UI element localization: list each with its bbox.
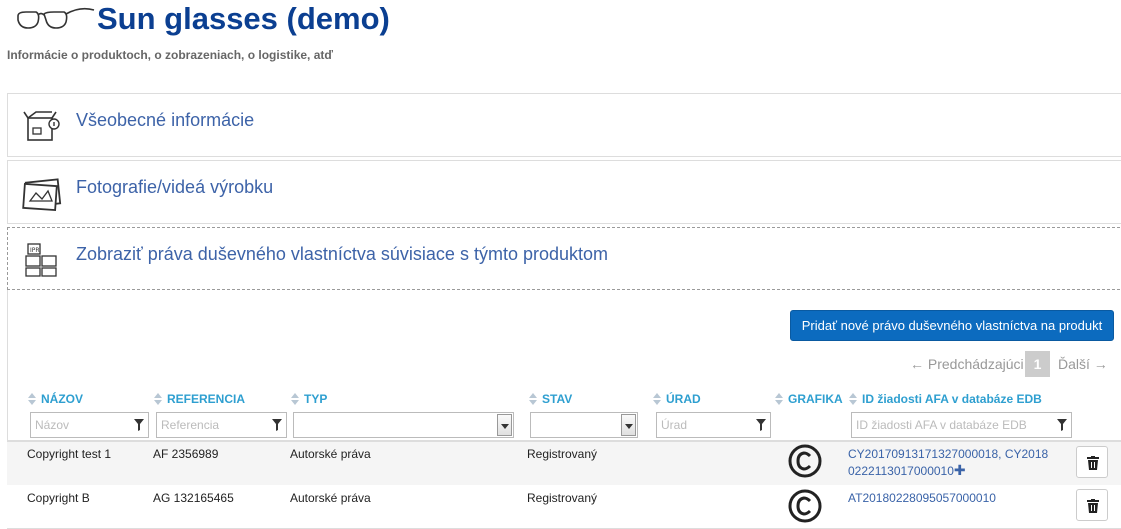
cell-afa-id[interactable]: AT20180228095057000010 — [848, 490, 996, 506]
panel-photos[interactable]: Fotografie/videá výrobku — [7, 160, 1121, 224]
panel-general-info[interactable]: Všeobecné informácie — [7, 93, 1121, 157]
filter-type-select[interactable] — [293, 412, 514, 438]
sort-icon — [653, 393, 661, 405]
filter-afa-id-input[interactable]: ID žiadosti AFA v databáze EDB — [851, 412, 1072, 438]
svg-text:IPR: IPR — [30, 247, 40, 254]
column-header-name[interactable]: NÁZOV — [28, 392, 83, 406]
funnel-icon[interactable] — [756, 419, 766, 431]
cell-type: Autorské práva — [290, 447, 371, 461]
cell-status: Registrovaný — [527, 447, 598, 461]
pager-next[interactable]: Ďalší → — [1058, 351, 1108, 377]
add-ipr-button[interactable]: Pridať nové právo duševného vlastníctva … — [790, 310, 1114, 341]
filter-reference-input[interactable]: Referencia — [156, 412, 287, 438]
column-header-office[interactable]: ÚRAD — [653, 392, 701, 406]
funnel-icon[interactable] — [1057, 419, 1067, 431]
filter-name-input[interactable]: Názov — [30, 412, 149, 438]
filter-office-input[interactable]: Úrad — [656, 412, 771, 438]
copyright-icon — [788, 489, 822, 523]
column-header-type[interactable]: TYP — [291, 392, 327, 406]
page-subtitle: Informácie o produktoch, o zobrazeniach,… — [7, 48, 334, 62]
column-header-graphic[interactable]: GRAFIKA — [775, 392, 843, 406]
panel-photos-label: Fotografie/videá výrobku — [76, 177, 274, 197]
sort-icon — [529, 393, 537, 405]
sort-icon — [775, 393, 783, 405]
column-header-afa-id[interactable]: ID žiadosti AFA v databáze EDB — [849, 392, 1042, 406]
trash-icon — [1087, 499, 1099, 513]
trash-icon — [1087, 456, 1099, 470]
cell-reference: AF 2356989 — [153, 447, 219, 461]
ipr-boxes-icon: IPR — [25, 243, 57, 277]
delete-button[interactable] — [1076, 446, 1108, 478]
page-header: Sun glasses (demo) Informácie o produkto… — [0, 0, 1121, 70]
page-title: Sun glasses (demo) — [97, 1, 390, 36]
sort-icon — [28, 393, 36, 405]
panel-ipr-label: Zobraziť práva duševného vlastníctva súv… — [76, 244, 608, 264]
column-header-reference[interactable]: REFERENCIA — [154, 392, 245, 406]
funnel-icon[interactable] — [134, 419, 144, 431]
cell-status: Registrovaný — [527, 491, 598, 505]
chevron-down-icon[interactable] — [497, 414, 512, 436]
cell-reference: AG 132165465 — [153, 491, 234, 505]
column-header-status[interactable]: STAV — [529, 392, 572, 406]
sort-icon — [291, 393, 299, 405]
panel-ipr[interactable]: IPR Zobraziť práva duševného vlastníctva… — [7, 227, 1121, 290]
pager-previous[interactable]: ← Predchádzajúci — [910, 351, 1024, 377]
sort-icon — [154, 393, 162, 405]
glasses-icon — [17, 7, 95, 29]
copyright-icon — [788, 444, 822, 478]
photo-icon — [22, 178, 62, 212]
plus-icon[interactable]: ✚ — [954, 462, 966, 478]
funnel-icon[interactable] — [272, 419, 282, 431]
cell-name: Copyright B — [27, 491, 90, 505]
panel-general-info-label: Všeobecné informácie — [76, 110, 255, 130]
sort-icon — [849, 393, 857, 405]
filter-status-select[interactable] — [530, 412, 638, 438]
box-info-icon — [23, 111, 60, 141]
delete-button[interactable] — [1076, 489, 1108, 521]
pager-current-page[interactable]: 1 — [1025, 351, 1050, 377]
chevron-down-icon[interactable] — [621, 414, 636, 436]
cell-type: Autorské práva — [290, 491, 371, 505]
cell-name: Copyright test 1 — [27, 447, 112, 461]
cell-afa-id[interactable]: CY20170913171327000018, CY2018 022211301… — [848, 446, 1048, 479]
